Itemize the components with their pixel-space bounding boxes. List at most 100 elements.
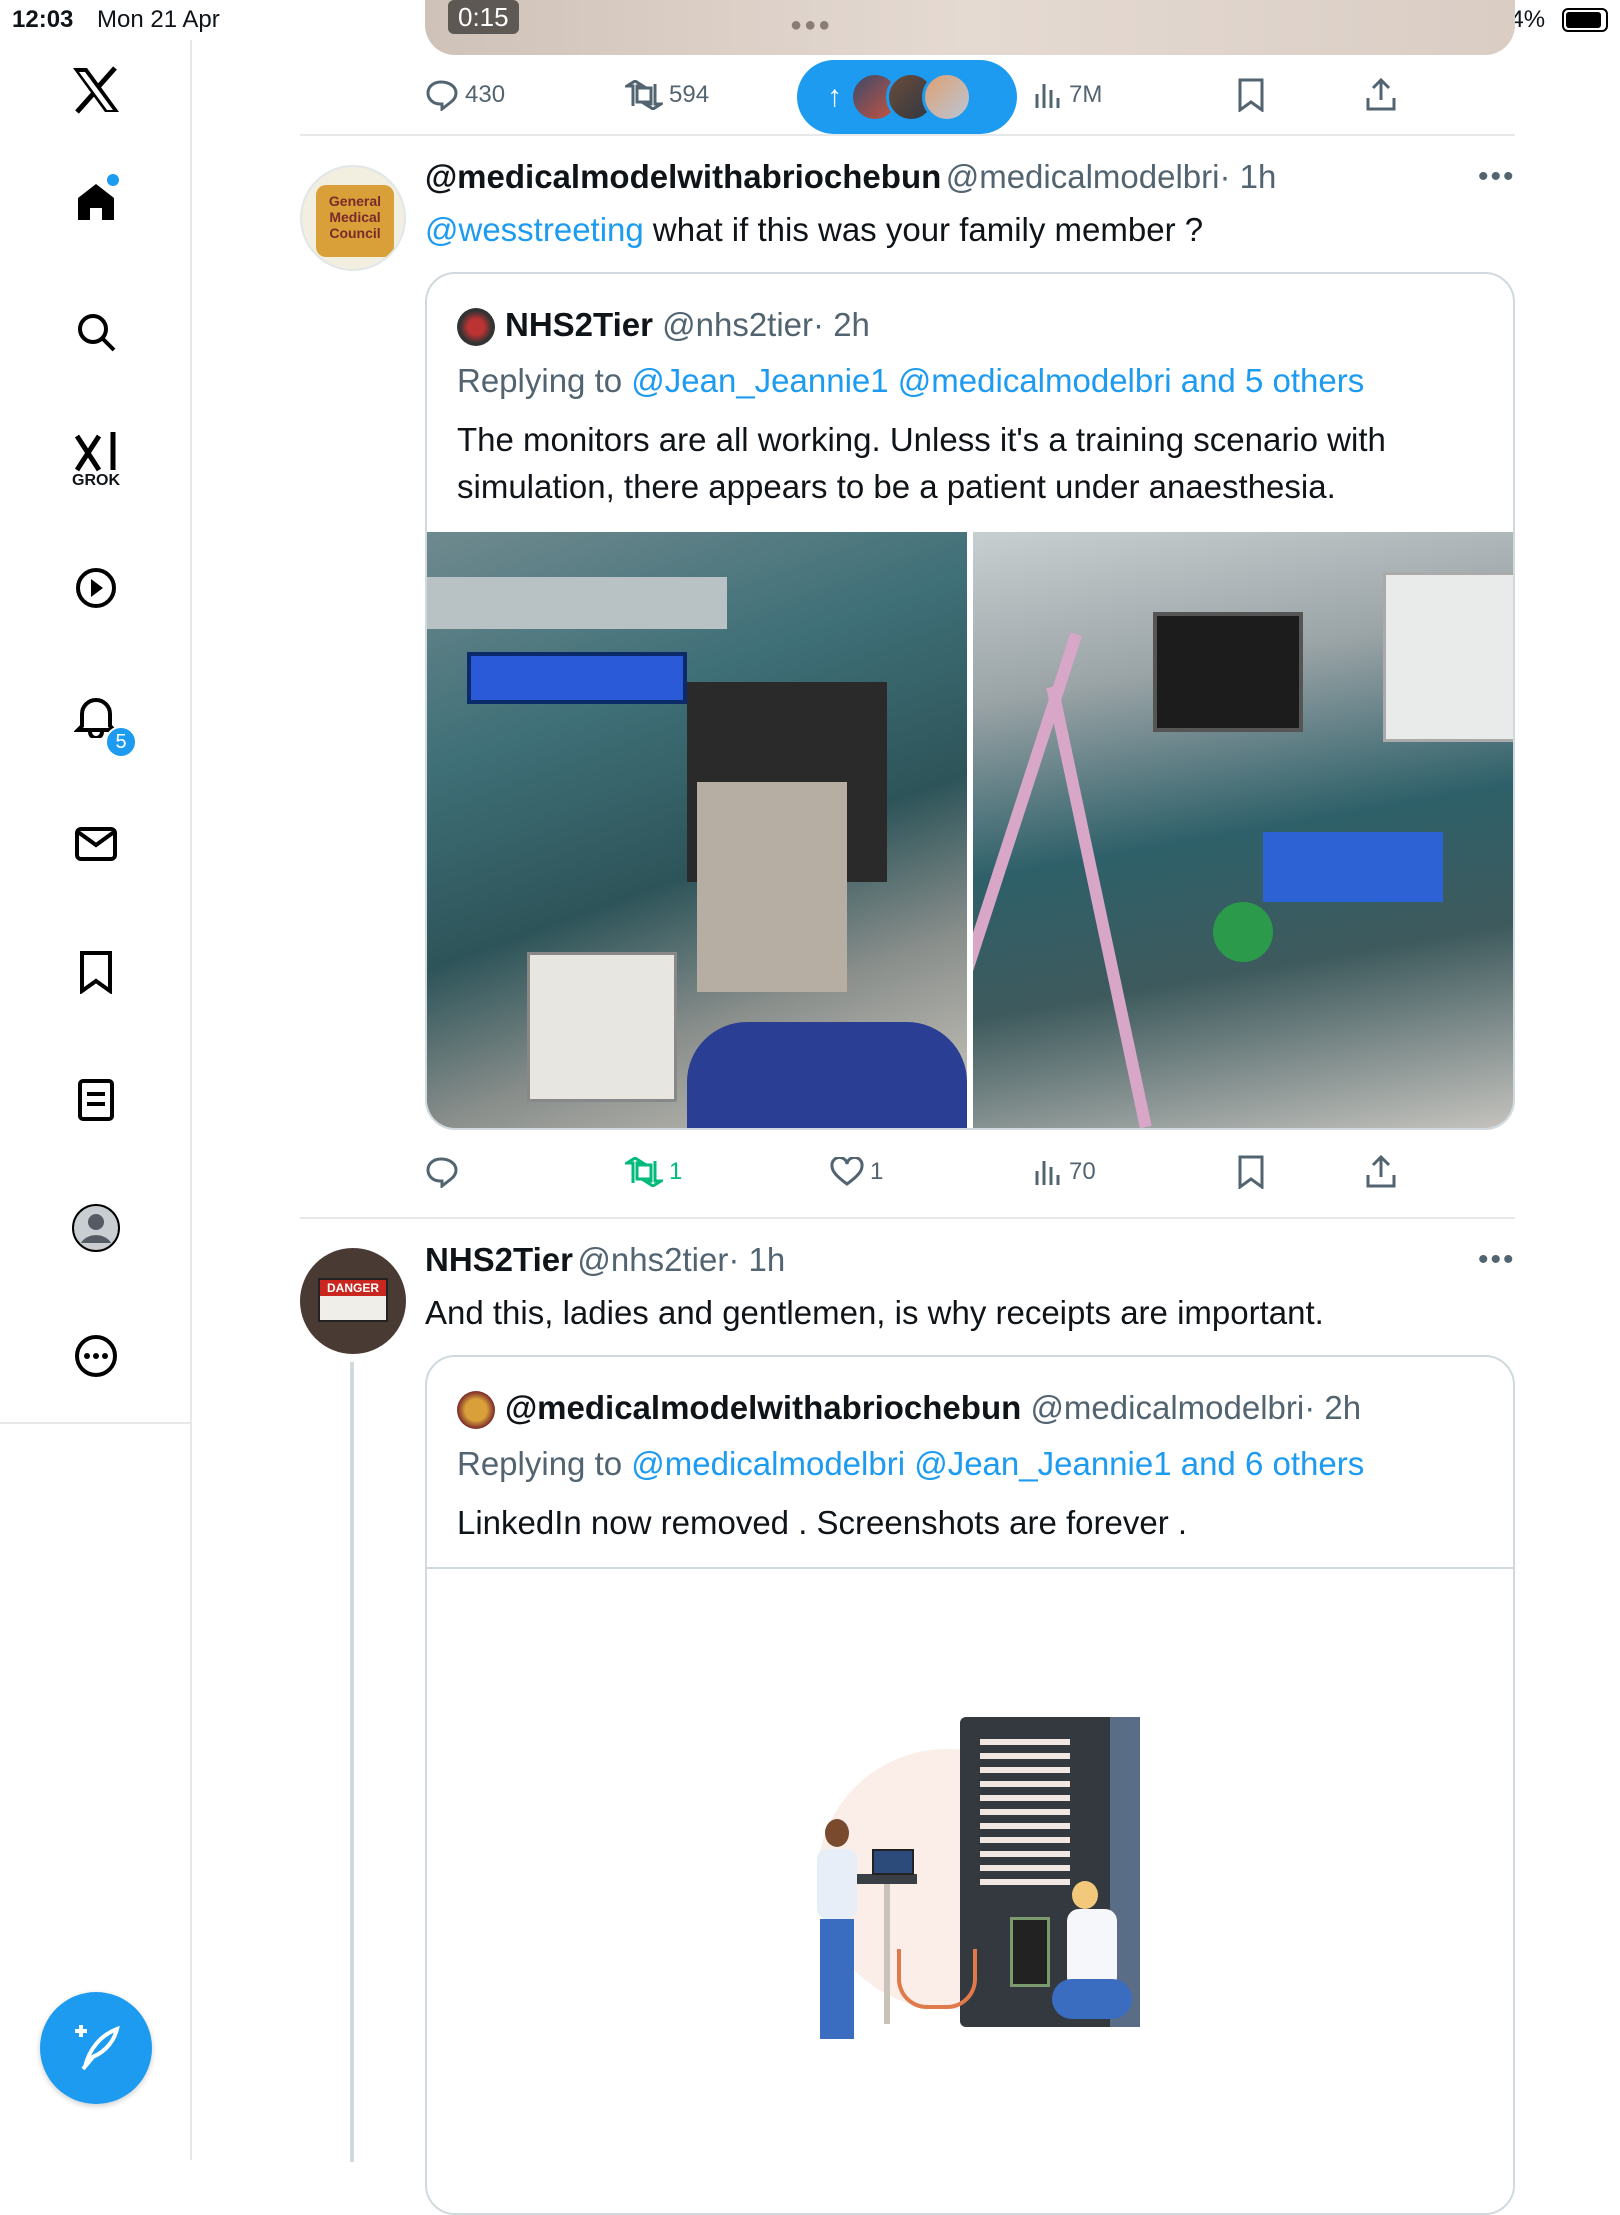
home-icon[interactable] [60,166,132,238]
tweet1-more-icon[interactable]: ••• [1478,160,1516,194]
tweet2-more-icon[interactable]: ••• [1478,1243,1516,1277]
bookmark-button[interactable] [1237,73,1265,117]
reply-button[interactable]: 430 [425,73,505,117]
server-lights [980,1739,1070,1889]
tweet2-header: NHS2Tier @nhs2tier· 1h [425,1241,785,1279]
repost-icon [625,1157,663,1187]
grok-icon[interactable]: GROK [60,424,132,496]
views-button[interactable]: 7M [1033,73,1102,117]
power-box [527,952,677,1102]
compose-button[interactable] [40,1992,152,2104]
reply-button[interactable] [425,1150,465,1194]
profile-icon[interactable] [60,1192,132,1264]
monitor-screen [467,652,687,704]
sidebar: GROK 5 [0,40,192,2160]
quote1-replying-to[interactable]: @Jean_Jeannie1 @medicalmodelbri and 5 ot… [631,362,1364,399]
search-icon[interactable] [60,296,132,368]
tweet2-username[interactable]: NHS2Tier [425,1241,573,1278]
quote2-time: · 2h [1304,1389,1362,1426]
share-button[interactable] [1365,73,1397,117]
laptop-icon [872,1849,914,1875]
messages-icon[interactable] [60,808,132,880]
notification-badge: 5 [105,726,137,758]
repost-icon [625,80,663,110]
reply-count: 430 [465,81,506,108]
repost-button[interactable]: 1 [625,1150,682,1194]
tweet2-avatar[interactable]: DANGER [300,1248,406,1354]
quote1-photo-right[interactable] [973,532,1513,1128]
quote2-media[interactable] [427,1569,1513,2213]
status-time: 12:03 [12,6,74,33]
quote2-replying: Replying to @medicalmodelbri @Jean_Jeann… [457,1445,1364,1483]
video-media[interactable] [425,0,1515,55]
person2-legs [1052,1979,1132,2019]
pump-device [427,577,727,629]
tweet-divider [300,1217,1515,1219]
quote2-username: @medicalmodelwithabriochebun [505,1389,1022,1426]
pink-tube [973,632,1082,1112]
quote1-text-line1: The monitors are all working. Unless it'… [457,421,1386,458]
bookmarks-icon[interactable] [60,936,132,1008]
tweet1-quote[interactable]: NHS2Tier @nhs2tier· 2h Replying to @Jean… [425,272,1515,1130]
sidebar-divider [0,1422,192,1424]
lists-icon[interactable] [60,1064,132,1136]
tweet1-text: @wesstreeting what if this was your fami… [425,207,1203,253]
views-count: 70 [1069,1158,1096,1185]
danger-sign: DANGER [318,1278,388,1322]
pink-tube [1046,685,1152,1128]
like-count: 1 [870,1158,884,1185]
video-more-icon[interactable]: ●●● [790,14,832,37]
tweet1-avatar[interactable]: General Medical Council [300,165,406,271]
pill-avatar [922,72,972,122]
green-bag [1213,902,1273,962]
like-button[interactable]: 1 [830,1150,883,1194]
danger-sign-label: DANGER [320,1280,386,1296]
views-icon [1035,84,1060,108]
reply-icon [426,1157,458,1188]
person-head [825,1819,849,1847]
views-icon [1035,1161,1060,1185]
video-icon[interactable] [60,552,132,624]
desk-leg [884,1884,890,2024]
tweet1-username[interactable]: @medicalmodelwithabriochebun [425,158,941,195]
share-icon [1366,1155,1396,1188]
more-icon[interactable] [60,1320,132,1392]
quote1-replying: Replying to @Jean_Jeannie1 @medicalmodel… [457,362,1364,400]
person-legs [820,1919,854,2039]
up-arrow-icon: ↑ [827,80,842,113]
blue-tray [1263,832,1443,902]
quote2-handle: @medicalmodelbri [1030,1389,1305,1426]
quote1-time: · 2h [813,306,870,343]
tweet1-mention[interactable]: @wesstreeting [425,211,644,248]
heart-icon [830,1157,864,1186]
tweet1-handle[interactable]: @medicalmodelbri [946,158,1220,195]
battery-icon [1562,8,1608,32]
tweet1-body: what if this was your family member ? [643,211,1204,248]
bookmark-button[interactable] [1237,1150,1265,1194]
person2-shirt [1067,1909,1117,1989]
share-button[interactable] [1365,1150,1397,1194]
quote1-text-line2: simulation, there appears to be a patien… [457,468,1336,505]
anaesthesia-machine [1383,572,1513,742]
tweet2-handle[interactable]: @nhs2tier [577,1241,728,1278]
vital-monitor [1153,612,1303,732]
server-panel [1010,1917,1050,1987]
tweet2-quote[interactable]: @medicalmodelwithabriochebun @medicalmod… [425,1355,1515,2215]
new-posts-pill[interactable]: ↑ [797,60,1017,134]
views-button[interactable]: 70 [1033,1150,1096,1194]
tweet1-actions: 1 1 70 [425,1150,1515,1194]
x-logo-icon[interactable] [60,54,132,126]
repost-button[interactable]: 594 [625,73,709,117]
quote2-text: LinkedIn now removed . Screenshots are f… [457,1504,1188,1541]
person2-head [1072,1881,1098,1909]
quote1-header: NHS2Tier @nhs2tier· 2h [457,306,870,347]
quote1-photo-left[interactable] [427,532,967,1128]
avatar-logo: General Medical Council [316,185,394,257]
bookmark-icon [1238,1155,1264,1189]
tweet2-time: · 1h [728,1241,786,1278]
grok-label: GROK [72,472,120,489]
person-shirt [817,1849,857,1919]
quote2-replying-to[interactable]: @medicalmodelbri @Jean_Jeannie1 and 6 ot… [631,1445,1364,1482]
thread-line [350,1362,354,2162]
standing-desk [857,1874,917,1884]
